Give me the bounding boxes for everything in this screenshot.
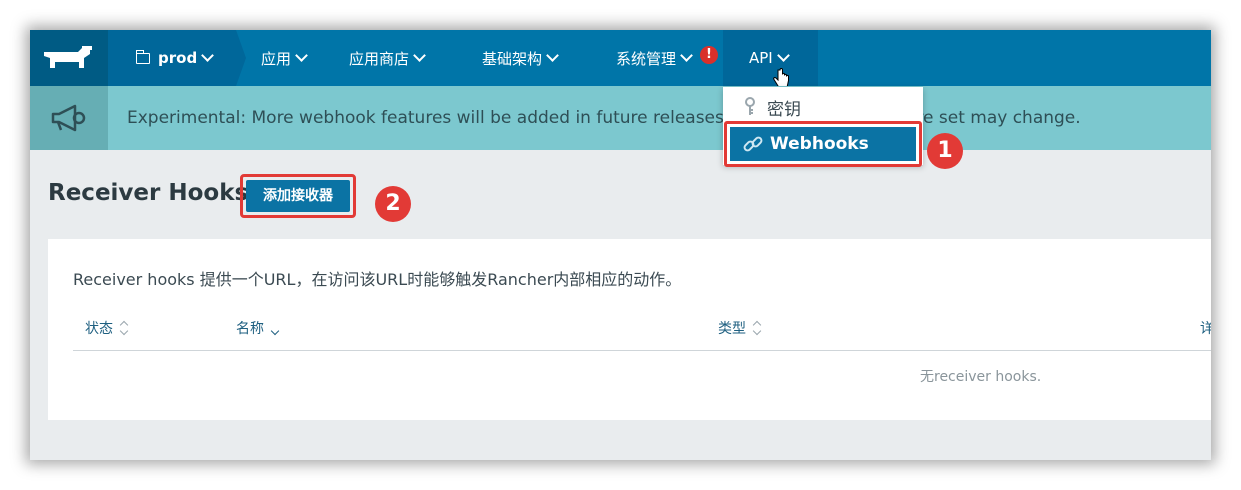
nav-item-label: 应用商店 [349, 49, 410, 68]
menu-item-label: 密钥 [767, 99, 801, 120]
step-marker-1: 1 [927, 133, 963, 169]
sort-icon [753, 321, 761, 335]
sort-icon [120, 321, 128, 335]
nav-item-infrastructure[interactable]: 基础架构 [482, 30, 559, 86]
chevron-down-icon [413, 48, 426, 62]
card-description: Receiver hooks 提供一个URL，在访问该URL时能够触发Ranch… [73, 270, 682, 289]
nav-item-catalog[interactable]: 应用商店 [349, 30, 426, 86]
column-header-label: 状态 [85, 321, 113, 337]
webhooks-highlight: Webhooks [724, 121, 922, 167]
rancher-cow-icon [44, 46, 92, 68]
chevron-down-icon [546, 48, 559, 62]
empty-state-text: 无receiver hooks. [920, 369, 1042, 385]
nav-item-label: 基础架构 [482, 49, 543, 68]
page-title: Receiver Hooks [48, 180, 249, 206]
menu-item-webhooks[interactable]: Webhooks [730, 127, 916, 161]
table-divider [73, 350, 1211, 351]
environment-arrow [236, 30, 246, 86]
column-header-label: 详 [1200, 321, 1211, 337]
step-marker-2: 2 [375, 186, 411, 222]
column-header-detail[interactable]: 详 [1200, 318, 1211, 338]
chevron-down-icon [680, 48, 693, 62]
column-header-name[interactable]: 名称 [236, 318, 279, 338]
nav-item-admin[interactable]: 系统管理 [616, 30, 693, 86]
chevron-down-icon [201, 48, 215, 62]
nav-item-label: 应用 [261, 49, 292, 68]
menu-item-keys[interactable]: 密钥 [723, 89, 923, 125]
banner-icon-box [30, 86, 108, 150]
add-receiver-highlight: 添加接收器 [240, 174, 356, 218]
environment-switcher[interactable]: prod [108, 30, 236, 86]
nav-item-api[interactable]: API [723, 30, 818, 86]
menu-item-label: Webhooks [770, 134, 869, 154]
nav-item-apps[interactable]: 应用 [261, 30, 308, 86]
column-header-label: 类型 [718, 321, 746, 337]
megaphone-icon [51, 104, 86, 132]
column-header-label: 名称 [236, 321, 264, 337]
sort-desc-icon [271, 321, 279, 335]
experimental-banner: Experimental: More webhook features will… [30, 86, 1211, 150]
nav-item-label: 系统管理 [616, 49, 677, 68]
top-nav: prod 应用 应用商店 基础架构 系统管理 ! API [30, 30, 1211, 88]
folder-icon [136, 49, 150, 64]
column-header-type[interactable]: 类型 [718, 318, 761, 338]
nav-item-label: API [749, 49, 773, 67]
link-icon [743, 136, 763, 152]
column-header-status[interactable]: 状态 [85, 318, 128, 338]
key-icon [745, 97, 755, 115]
chevron-down-icon [295, 48, 308, 62]
alert-badge: ! [700, 46, 718, 64]
app-window: prod 应用 应用商店 基础架构 系统管理 ! API Experimenta… [30, 30, 1211, 460]
receiver-hooks-card: Receiver hooks 提供一个URL，在访问该URL时能够触发Ranch… [48, 239, 1211, 420]
add-receiver-button[interactable]: 添加接收器 [246, 180, 350, 212]
chevron-down-icon [776, 48, 790, 62]
environment-label: prod [158, 49, 198, 67]
rancher-logo[interactable] [30, 30, 108, 86]
